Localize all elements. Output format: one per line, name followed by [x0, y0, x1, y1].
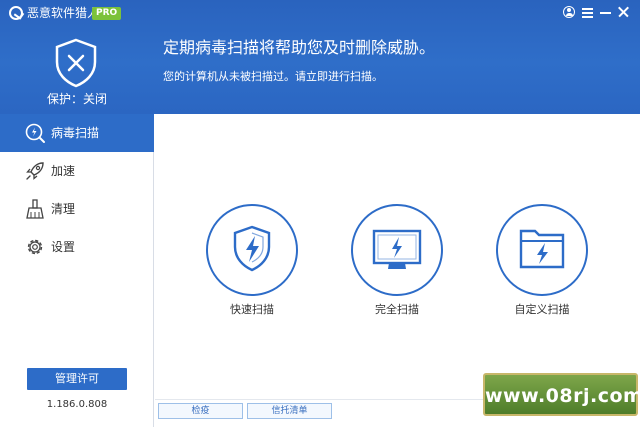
site-watermark: www.08rj.com: [483, 373, 640, 416]
app-title: 恶意软件猎人: [27, 6, 100, 20]
protection-status-label: 保护：关闭: [46, 92, 107, 106]
pro-badge: PRO: [92, 7, 122, 20]
manage-license-button[interactable]: 管理许可: [27, 368, 127, 390]
watermark-text: www.08rj.com: [485, 385, 640, 407]
scan-option-label: 完全扫描: [375, 303, 419, 316]
rocket-icon: [24, 160, 46, 182]
sidebar-item-label: 病毒扫描: [51, 126, 100, 140]
virus-scan-icon: [24, 122, 46, 144]
close-icon[interactable]: [617, 5, 631, 19]
trust-list-button[interactable]: 信托清单: [247, 403, 332, 419]
sidebar: 病毒扫描 加速 清理 设置 管理许可 1.186.0.808: [0, 114, 154, 427]
sidebar-item-settings[interactable]: 设置: [0, 228, 154, 266]
scan-option-label: 快速扫描: [230, 303, 274, 316]
sidebar-item-clean[interactable]: 清理: [0, 190, 154, 228]
menu-icon[interactable]: [581, 5, 595, 19]
full-scan-option[interactable]: 完全扫描: [350, 203, 444, 321]
custom-scan-option[interactable]: 自定义扫描: [495, 203, 589, 321]
app-logo-icon: [9, 6, 23, 20]
shield-bolt-icon[interactable]: [205, 203, 299, 297]
version-label: 1.186.0.808: [46, 399, 108, 410]
sidebar-item-virus-scan[interactable]: 病毒扫描: [0, 114, 154, 152]
minimize-icon[interactable]: [599, 5, 613, 19]
sidebar-item-boost[interactable]: 加速: [0, 152, 154, 190]
protection-off-shield-icon: [54, 38, 98, 88]
status-headline: 定期病毒扫描将帮助您及时删除威胁。: [163, 38, 436, 57]
account-icon[interactable]: [563, 5, 577, 19]
scan-option-label: 自定义扫描: [514, 303, 570, 316]
quarantine-button[interactable]: 检疫: [158, 403, 243, 419]
app-window: 恶意软件猎人 PRO 保护：关闭 定期病毒扫描将帮助您及时删除威胁。 您的计算机…: [0, 0, 640, 427]
status-subline: 您的计算机从未被扫描过。请立即进行扫描。: [163, 70, 383, 83]
sidebar-item-label: 清理: [51, 202, 76, 216]
broom-icon: [24, 198, 46, 220]
folder-bolt-icon[interactable]: [495, 203, 589, 297]
sidebar-item-label: 设置: [51, 240, 76, 254]
monitor-bolt-icon[interactable]: [350, 203, 444, 297]
gear-icon: [24, 236, 46, 258]
sidebar-item-label: 加速: [51, 164, 76, 178]
title-bar[interactable]: 恶意软件猎人 PRO: [0, 0, 640, 26]
header: 恶意软件猎人 PRO 保护：关闭 定期病毒扫描将帮助您及时删除威胁。 您的计算机…: [0, 0, 640, 114]
quick-scan-option[interactable]: 快速扫描: [205, 203, 299, 321]
